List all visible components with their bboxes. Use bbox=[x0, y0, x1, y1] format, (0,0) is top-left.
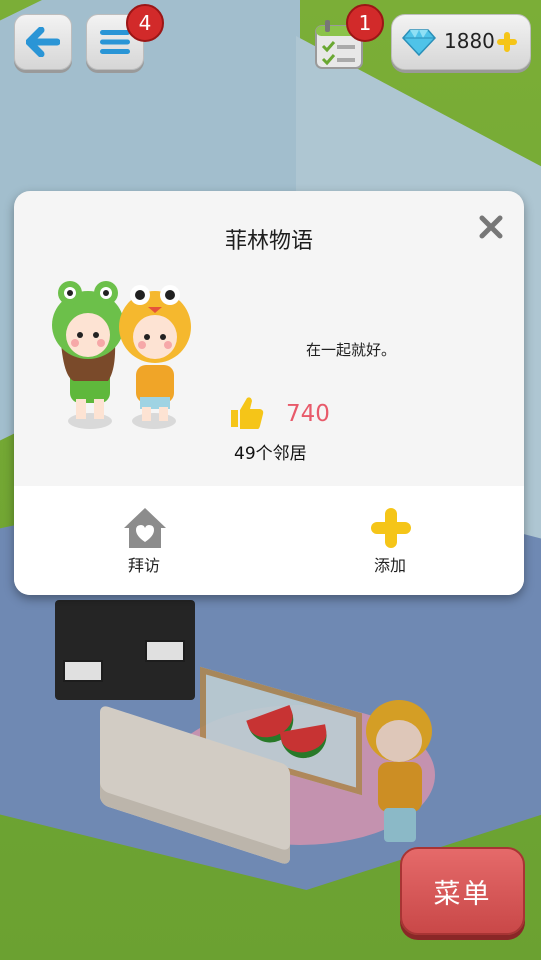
add-neighbor-button[interactable]: 添加 bbox=[300, 486, 480, 595]
couple-avatar bbox=[52, 281, 191, 429]
arrow-left-icon bbox=[26, 27, 60, 57]
dialog-actions: 拜访 添加 bbox=[14, 486, 524, 595]
visit-button[interactable]: 拜访 bbox=[54, 486, 234, 595]
dialog-title: 菲林物语 bbox=[224, 229, 313, 254]
gem-counter[interactable]: 1880 bbox=[391, 14, 531, 70]
plus-icon bbox=[371, 508, 411, 548]
diamond-icon bbox=[402, 29, 436, 56]
thumbs-up-icon bbox=[231, 397, 264, 429]
visit-label: 拜访 bbox=[127, 556, 160, 575]
house-heart-icon bbox=[124, 508, 166, 548]
profile-motto: 在一起就好。 bbox=[306, 341, 397, 359]
plus-icon[interactable] bbox=[496, 31, 518, 53]
neighbor-count: 49个邻居 bbox=[234, 444, 307, 464]
task-badge: 1 bbox=[346, 4, 384, 42]
list-badge: 4 bbox=[126, 4, 164, 42]
back-button[interactable] bbox=[14, 14, 72, 70]
close-icon[interactable] bbox=[477, 213, 505, 241]
list-icon bbox=[100, 30, 130, 54]
gem-count: 1880 bbox=[444, 29, 495, 53]
neighbor-profile-dialog: 菲林物语 在一起就好。 740 49个邻居 拜访 添加 bbox=[14, 191, 524, 595]
add-label: 添加 bbox=[373, 556, 406, 575]
menu-button[interactable]: 菜单 bbox=[400, 847, 525, 935]
like-count: 740 bbox=[286, 401, 330, 427]
